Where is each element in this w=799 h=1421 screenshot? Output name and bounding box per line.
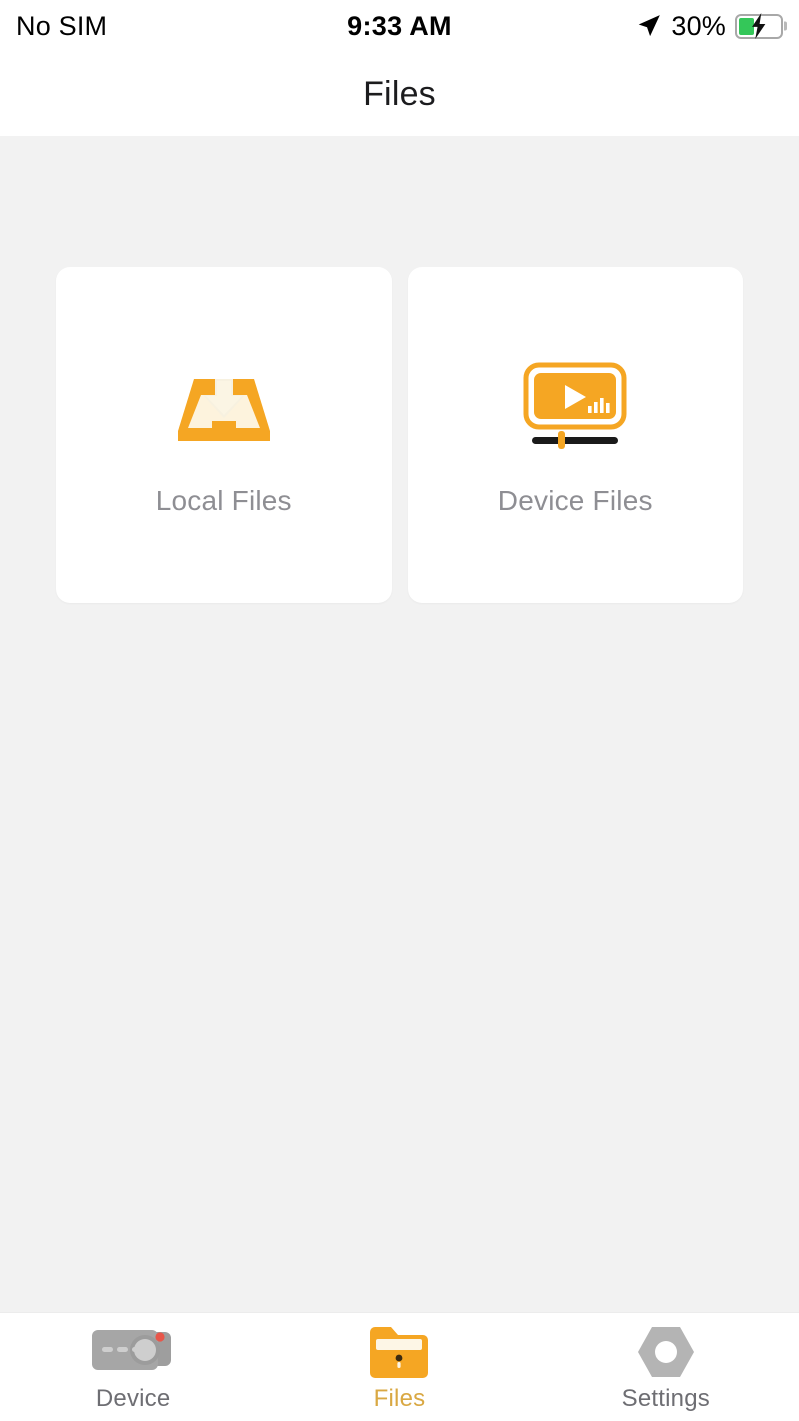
status-indicators: 30% (636, 11, 783, 42)
location-arrow-icon (639, 15, 661, 37)
tab-label-settings: Settings (621, 1384, 710, 1412)
file-source-cards: Local Files Device Files (56, 267, 743, 603)
status-bar: No SIM 9:33 AM 30% (0, 0, 799, 52)
app-screen: No SIM 9:33 AM 30% Files Local Files Dev… (0, 0, 799, 1421)
carrier-label: No SIM (16, 10, 108, 41)
card-device-files[interactable]: Device Files (407, 267, 743, 603)
battery-percent-label: 30% (671, 10, 726, 41)
folder-icon (367, 1326, 431, 1378)
tab-label-files: Files (373, 1384, 426, 1412)
tab-device[interactable]: Device (0, 1313, 266, 1421)
content-area: Local Files Device Files (0, 136, 799, 1312)
page-title: Files (363, 74, 436, 113)
card-label-device-files: Device Files (497, 485, 653, 516)
video-player-icon (522, 353, 628, 457)
charging-bolt-icon (752, 13, 766, 39)
tab-settings[interactable]: Settings (533, 1313, 799, 1421)
tab-label-device: Device (95, 1384, 171, 1412)
download-tray-icon (174, 353, 274, 457)
bottom-tab-bar: Device Files Settings (0, 1312, 799, 1421)
battery-charging-icon (735, 13, 783, 39)
hex-nut-gear-icon (636, 1326, 696, 1378)
navigation-header: Files (0, 52, 799, 136)
card-local-files[interactable]: Local Files (56, 267, 392, 603)
tab-files[interactable]: Files (266, 1313, 532, 1421)
dashcam-icon (88, 1326, 178, 1378)
card-label-local-files: Local Files (155, 485, 292, 516)
